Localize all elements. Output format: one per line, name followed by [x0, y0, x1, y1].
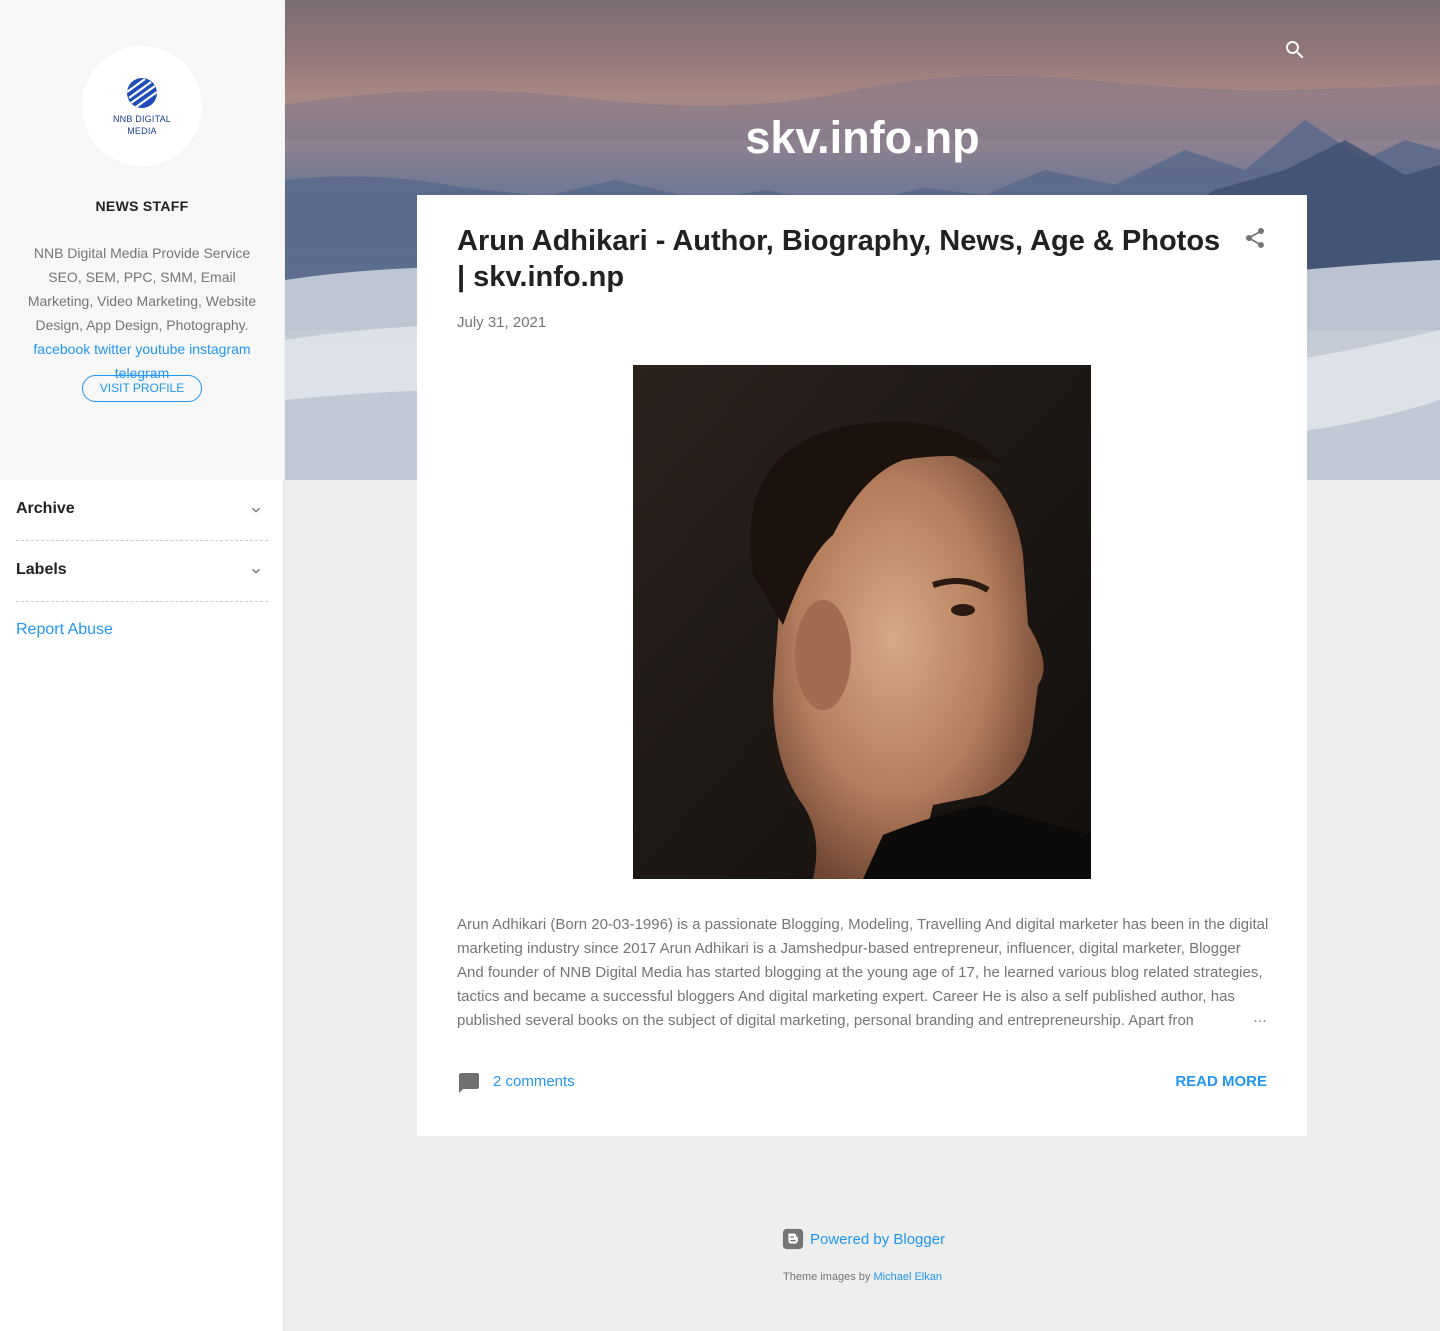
- profile-description-text: NNB Digital Media Provide Service SEO, S…: [27, 245, 257, 333]
- chevron-down-icon[interactable]: [248, 563, 264, 579]
- site-title[interactable]: skv.info.np: [285, 112, 1440, 164]
- powered-by-blogger[interactable]: Powered by Blogger: [782, 1228, 945, 1250]
- post-date[interactable]: July 31, 2021: [457, 314, 546, 331]
- comment-icon[interactable]: [457, 1071, 481, 1095]
- portrait-photo: [633, 365, 1091, 879]
- facebook-link[interactable]: facebook: [33, 341, 90, 357]
- search-icon[interactable]: [1283, 38, 1307, 62]
- read-more-link[interactable]: READ MORE: [1175, 1073, 1267, 1090]
- nnb-logo-icon: [126, 77, 158, 108]
- instagram-link[interactable]: instagram: [189, 341, 250, 357]
- avatar[interactable]: NNB DIGITAL MEDIA: [82, 46, 202, 166]
- profile-section: NNB DIGITAL MEDIA NEWS STAFF NNB Digital…: [0, 0, 284, 480]
- sidebar: NNB DIGITAL MEDIA NEWS STAFF NNB Digital…: [0, 0, 284, 1331]
- powered-by-label[interactable]: Powered by Blogger: [810, 1231, 945, 1248]
- chevron-down-icon[interactable]: [248, 502, 264, 518]
- comments-link[interactable]: 2 comments: [493, 1073, 575, 1090]
- post-image[interactable]: [633, 365, 1091, 879]
- logo-text-line1: NNB DIGITAL: [112, 113, 172, 124]
- visit-profile-button[interactable]: VISIT PROFILE: [82, 375, 202, 402]
- labels-title: Labels: [16, 561, 67, 578]
- share-icon[interactable]: [1243, 226, 1267, 250]
- theme-credit-author-link[interactable]: Michael Elkan: [874, 1271, 942, 1283]
- archive-widget[interactable]: Archive: [16, 480, 268, 541]
- post-snippet: Arun Adhikari (Born 20-03-1996) is a pas…: [457, 916, 1269, 1029]
- youtube-link[interactable]: youtube: [135, 341, 185, 357]
- archive-title: Archive: [16, 500, 75, 517]
- post-card: Arun Adhikari - Author, Biography, News,…: [417, 195, 1307, 1136]
- theme-credit-prefix: Theme images by: [783, 1271, 871, 1283]
- profile-name[interactable]: NEWS STAFF: [0, 198, 284, 214]
- post-title[interactable]: Arun Adhikari - Author, Biography, News,…: [457, 223, 1227, 295]
- twitter-link[interactable]: twitter: [94, 341, 131, 357]
- profile-description: NNB Digital Media Provide Service SEO, S…: [16, 241, 268, 385]
- snippet-ellipsis[interactable]: …: [1193, 1009, 1267, 1025]
- logo-text-line2: MEDIA: [127, 125, 157, 136]
- theme-credit: Theme images by Michael Elkan: [285, 1271, 1440, 1283]
- report-abuse-link[interactable]: Report Abuse: [16, 621, 113, 639]
- blogger-icon: [782, 1228, 804, 1250]
- labels-widget[interactable]: Labels: [16, 541, 268, 602]
